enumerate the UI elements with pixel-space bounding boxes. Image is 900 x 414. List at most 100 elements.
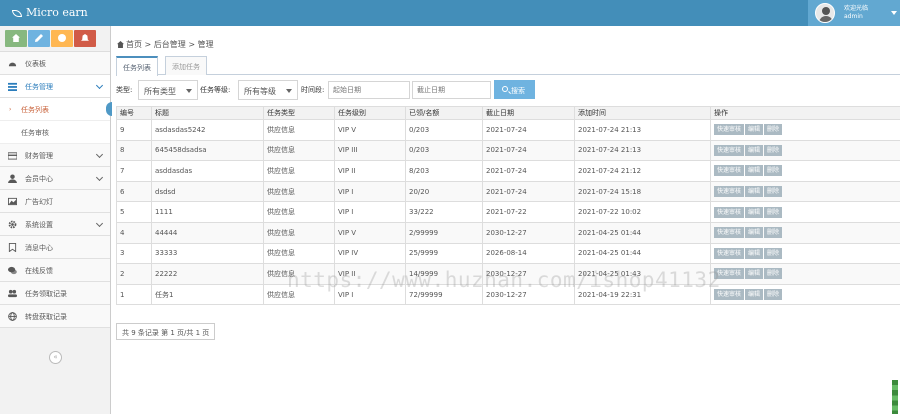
avatar xyxy=(815,3,835,23)
delete-button[interactable]: 删除 xyxy=(764,247,783,259)
sidebar-subitem-task-review[interactable]: 任务审核 xyxy=(0,121,110,144)
sidebar-item-online-feedback[interactable]: 在线反馈 xyxy=(0,259,110,282)
edit-button[interactable]: 编辑 xyxy=(745,227,764,239)
sidebar-item-finance[interactable]: 财务管理 xyxy=(0,144,110,167)
table-cell: VIP III xyxy=(334,139,406,162)
table-cell: 4 xyxy=(116,221,152,244)
table-cell: 0/203 xyxy=(405,119,483,141)
delete-button[interactable]: 删除 xyxy=(764,268,783,280)
table-cell: 供应信息 xyxy=(263,139,335,162)
sidebar-item-label: 会员中心 xyxy=(25,175,53,183)
home-shortcut-button[interactable] xyxy=(5,30,27,47)
brand-name: Micro earn xyxy=(26,6,88,19)
actions-cell: 快速审核 编辑 删除 xyxy=(710,160,900,182)
sidebar-item-wheel-records[interactable]: 转盘获取记录 xyxy=(0,305,110,328)
column-header: 标题 xyxy=(151,106,264,120)
watermark: https://www.huzhan.com/ishop41132 xyxy=(287,268,721,292)
table-cell: 8/203 xyxy=(405,160,483,182)
edit-button[interactable]: 编辑 xyxy=(745,165,764,177)
table-cell: 645458dsadsa xyxy=(151,139,264,162)
sidebar-item-label: 任务管理 xyxy=(25,83,53,91)
chevron-down-icon xyxy=(95,219,104,228)
breadcrumb-section[interactable]: 后台管理 xyxy=(154,40,186,49)
edit-button[interactable]: 编辑 xyxy=(745,247,764,259)
delete-button[interactable]: 删除 xyxy=(764,186,783,198)
quick-review-button[interactable]: 快速审核 xyxy=(714,227,745,239)
edit-button[interactable]: 编辑 xyxy=(745,186,764,198)
table-cell: 33/222 xyxy=(405,201,483,223)
sidebar-item-ad-slides[interactable]: 广告幻灯 xyxy=(0,190,110,213)
sidebar-item-label: 消息中心 xyxy=(25,244,53,252)
delete-button[interactable]: 删除 xyxy=(764,206,783,218)
sidebar-subitem-label: 任务审核 xyxy=(21,129,49,137)
table-cell: 2021-07-24 15:18 xyxy=(574,180,711,203)
edit-button[interactable]: 编辑 xyxy=(745,289,764,301)
table-cell: 供应信息 xyxy=(263,242,335,265)
table-row: 8 645458dsadsa 供应信息 VIP III 0/203 2021-07-24 2… xyxy=(116,139,900,162)
quick-review-button[interactable]: 快速审核 xyxy=(714,247,745,259)
home-icon xyxy=(117,41,124,48)
breadcrumb-home[interactable]: 首页 xyxy=(126,40,142,49)
table-cell: 22222 xyxy=(151,263,264,285)
table-cell: VIP II xyxy=(334,160,406,182)
comments-icon xyxy=(8,266,17,275)
type-select[interactable]: 所有类型 xyxy=(138,80,198,100)
delete-button[interactable]: 删除 xyxy=(764,124,783,136)
quick-review-button[interactable]: 快速审核 xyxy=(714,206,745,218)
table-cell: 2021-07-24 xyxy=(482,160,575,182)
table-cell: asddasdas xyxy=(151,160,264,182)
delete-button[interactable]: 删除 xyxy=(764,227,783,239)
sidebar-item-dashboard[interactable]: 仪表板 xyxy=(0,52,110,75)
actions-cell: 快速审核 编辑 删除 xyxy=(710,283,900,306)
edit-button[interactable]: 编辑 xyxy=(745,144,764,156)
start-date-input[interactable] xyxy=(328,81,410,99)
level-select[interactable]: 所有等级 xyxy=(238,80,298,100)
sidebar-subitem-task-list[interactable]: › 任务列表 xyxy=(0,98,112,121)
edit-shortcut-button[interactable] xyxy=(28,30,50,47)
sidebar-collapse-button[interactable]: « xyxy=(49,351,62,364)
home-icon xyxy=(12,34,20,42)
user-menu[interactable]: 欢迎光临 admin xyxy=(808,0,900,26)
end-date-input[interactable] xyxy=(412,81,491,99)
sidebar-shortcuts xyxy=(0,26,110,52)
sidebar-item-task-management[interactable]: 任务管理 xyxy=(0,75,110,98)
table-cell: VIP V xyxy=(334,119,406,141)
breadcrumb-page: 管理 xyxy=(197,40,214,49)
table-cell: 2 xyxy=(116,263,152,285)
sidebar-item-system-settings[interactable]: 系统设置 xyxy=(0,213,110,236)
sidebar-item-message-center[interactable]: 消息中心 xyxy=(0,236,110,259)
gear-icon xyxy=(8,220,17,229)
column-header: 任务级别 xyxy=(334,106,406,120)
search-button[interactable]: 搜索 xyxy=(494,80,535,99)
sidebar-item-task-claim-records[interactable]: 任务领取记录 xyxy=(0,282,110,305)
scrollbar[interactable] xyxy=(892,380,898,414)
top-navbar: Micro earn 欢迎光临 admin xyxy=(0,0,900,26)
quick-review-button[interactable]: 快速审核 xyxy=(714,124,745,136)
column-header: 已领/名额 xyxy=(405,106,483,120)
tab-add-task[interactable]: 添加任务 xyxy=(165,56,207,75)
edit-button[interactable]: 编辑 xyxy=(745,268,764,280)
table-cell: 1111 xyxy=(151,201,264,223)
delete-button[interactable]: 删除 xyxy=(764,289,783,301)
table-cell: 2021-07-24 xyxy=(482,119,575,141)
sidebar-item-member-center[interactable]: 会员中心 xyxy=(0,167,110,190)
delete-button[interactable]: 删除 xyxy=(764,144,783,156)
sidebar-subitem-label: 任务列表 xyxy=(21,106,49,114)
edit-button[interactable]: 编辑 xyxy=(745,206,764,218)
leaf-icon xyxy=(12,10,22,17)
delete-button[interactable]: 删除 xyxy=(764,165,783,177)
edit-button[interactable]: 编辑 xyxy=(745,124,764,136)
table-cell: 25/9999 xyxy=(405,242,483,265)
brand-logo[interactable]: Micro earn xyxy=(12,6,88,19)
quick-review-button[interactable]: 快速审核 xyxy=(714,186,745,198)
quick-review-button[interactable]: 快速审核 xyxy=(714,165,745,177)
table-header-row: 编号 标题 任务类型 任务级别 已领/名额 截止日期 添加时间 操作 xyxy=(116,106,900,120)
bell-shortcut-button[interactable] xyxy=(74,30,96,47)
tab-task-list[interactable]: 任务列表 xyxy=(116,56,158,76)
users-shortcut-button[interactable] xyxy=(51,30,73,47)
level-label: 任务等级: xyxy=(200,86,231,94)
angle-right-icon: › xyxy=(9,106,12,113)
quick-review-button[interactable]: 快速审核 xyxy=(714,144,745,156)
tab-bar: 任务列表 添加任务 xyxy=(116,56,900,76)
globe-icon xyxy=(8,312,17,321)
